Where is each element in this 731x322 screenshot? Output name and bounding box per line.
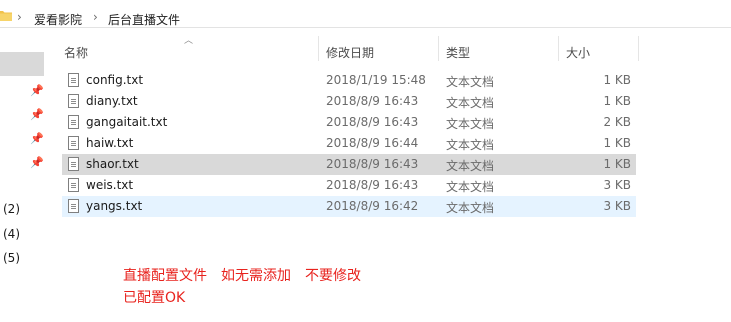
pin-icon[interactable]: 📌 <box>30 156 44 169</box>
file-modified: 2018/8/9 16:43 <box>326 115 419 129</box>
file-type: 文本文档 <box>446 159 495 173</box>
file-name: haiw.txt <box>86 136 134 150</box>
file-row-selected[interactable]: shaor.txt 2018/8/9 16:43 文本文档 1 KB <box>62 154 636 175</box>
text-file-icon <box>68 178 79 192</box>
column-divider[interactable] <box>558 36 559 61</box>
annotation-note-line2: 已配置OK <box>123 290 186 306</box>
column-divider[interactable] <box>318 36 319 61</box>
file-modified: 2018/8/9 16:42 <box>326 199 419 213</box>
file-name: yangs.txt <box>86 199 143 213</box>
breadcrumb-separator-icon: › <box>93 10 98 24</box>
file-row[interactable]: haiw.txt 2018/8/9 16:44 文本文档 1 KB <box>62 133 636 154</box>
nav-selected-item[interactable] <box>0 52 44 76</box>
file-row[interactable]: diany.txt 2018/8/9 16:43 文本文档 1 KB <box>62 91 636 112</box>
pin-icon[interactable]: 📌 <box>30 132 44 145</box>
file-row[interactable]: weis.txt 2018/8/9 16:43 文本文档 3 KB <box>62 175 636 196</box>
file-type: 文本文档 <box>446 117 495 131</box>
file-size: 2 KB <box>603 115 631 129</box>
nav-item-count[interactable]: (5) <box>3 251 20 265</box>
breadcrumb-current[interactable]: 后台直播文件 <box>108 11 180 28</box>
nav-item-count[interactable]: (4) <box>3 227 20 241</box>
file-size: 3 KB <box>603 178 631 192</box>
text-file-icon <box>68 115 79 129</box>
text-file-icon <box>68 136 79 150</box>
file-size: 1 KB <box>603 94 631 108</box>
file-type: 文本文档 <box>446 75 495 89</box>
pin-icon[interactable]: 📌 <box>30 108 44 121</box>
column-divider[interactable] <box>438 36 439 61</box>
breadcrumb-parent[interactable]: 爱看影院 <box>34 11 82 28</box>
file-name: diany.txt <box>86 94 138 108</box>
file-name: config.txt <box>86 73 144 87</box>
file-name: weis.txt <box>86 178 134 192</box>
file-row[interactable]: config.txt 2018/1/19 15:48 文本文档 1 KB <box>62 70 636 91</box>
address-bar[interactable]: › 爱看影院 › 后台直播文件 <box>0 6 731 28</box>
column-divider[interactable] <box>638 36 639 61</box>
column-header-type[interactable]: 类型 <box>446 44 470 61</box>
file-modified: 2018/8/9 16:43 <box>326 178 419 192</box>
file-modified: 2018/8/9 16:43 <box>326 94 419 108</box>
column-header-modified[interactable]: 修改日期 <box>326 44 374 61</box>
text-file-icon <box>68 157 79 171</box>
file-row-hover[interactable]: yangs.txt 2018/8/9 16:42 文本文档 3 KB <box>62 196 636 217</box>
breadcrumb-separator-icon: › <box>17 10 22 24</box>
sort-ascending-icon: ︿ <box>184 36 194 46</box>
file-type: 文本文档 <box>446 180 495 194</box>
file-size: 1 KB <box>603 136 631 150</box>
file-row[interactable]: gangaitait.txt 2018/8/9 16:43 文本文档 2 KB <box>62 112 636 133</box>
column-header-size[interactable]: 大小 <box>566 44 590 61</box>
file-type: 文本文档 <box>446 96 495 110</box>
file-size: 1 KB <box>603 73 631 87</box>
file-size: 1 KB <box>603 157 631 171</box>
nav-item-count[interactable]: (2) <box>3 202 20 216</box>
file-name: shaor.txt <box>86 157 139 171</box>
file-modified: 2018/8/9 16:44 <box>326 136 419 150</box>
file-name: gangaitait.txt <box>86 115 168 129</box>
file-size: 3 KB <box>603 199 631 213</box>
column-header-name[interactable]: 名称 <box>64 44 88 61</box>
text-file-icon <box>68 94 79 108</box>
annotation-note-line1: 直播配置文件 如无需添加 不要修改 <box>123 268 361 284</box>
file-modified: 2018/1/19 15:48 <box>326 73 426 87</box>
folder-icon <box>0 11 12 21</box>
file-type: 文本文档 <box>446 138 495 152</box>
text-file-icon <box>68 199 79 213</box>
file-type: 文本文档 <box>446 201 495 215</box>
pin-icon[interactable]: 📌 <box>30 84 44 97</box>
file-modified: 2018/8/9 16:43 <box>326 157 419 171</box>
text-file-icon <box>68 73 79 87</box>
